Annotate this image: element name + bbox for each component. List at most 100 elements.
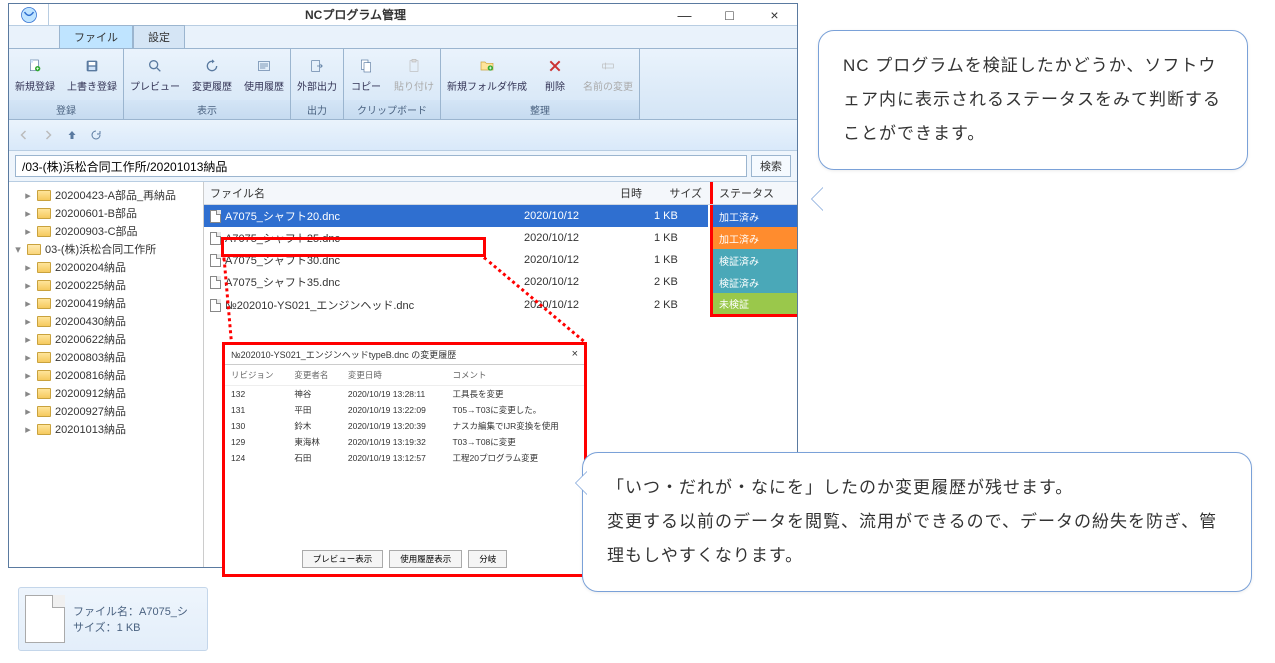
file-row[interactable]: A7075_シャフト20.dnc2020/10/121 KB加工済み	[204, 205, 797, 227]
history-table: リビジョン 変更者名 変更日時 コメント 132神谷2020/10/19 13:…	[225, 365, 584, 466]
copy-label: コピー	[351, 78, 381, 93]
copy-icon	[356, 56, 376, 76]
col-header-status[interactable]: ステータス	[710, 182, 797, 204]
file-row[interactable]: A7075_シャフト35.dnc2020/10/122 KB検証済み	[204, 271, 797, 293]
titlebar: NCプログラム管理 — □ ×	[9, 4, 797, 26]
expand-icon: ▸	[23, 279, 33, 292]
file-row[interactable]: A7075_シャフト25.dnc2020/10/121 KB加工済み	[204, 227, 797, 249]
tree-node[interactable]: ▸20200912納品	[11, 384, 201, 402]
history-user: 平田	[288, 402, 341, 418]
delete-button[interactable]: 削除	[533, 49, 577, 100]
history-col-comment[interactable]: コメント	[446, 365, 584, 386]
history-row[interactable]: 132神谷2020/10/19 13:28:11工具長を変更	[225, 386, 584, 403]
tree-node[interactable]: ▸20200225納品	[11, 276, 201, 294]
new-register-icon	[25, 56, 45, 76]
file-date-cell: 2020/10/12	[518, 205, 648, 227]
overwrite-register-button[interactable]: 上書き登録	[61, 49, 123, 100]
new-register-label: 新規登録	[15, 78, 55, 93]
file-row[interactable]: A7075_シャフト30.dnc2020/10/121 KB検証済み	[204, 249, 797, 271]
history-date: 2020/10/19 13:19:32	[342, 434, 447, 450]
tree-node[interactable]: ▸20200816納品	[11, 366, 201, 384]
history-rev: 132	[225, 386, 288, 403]
history-row[interactable]: 131平田2020/10/19 13:22:09T05→T03に変更した。	[225, 402, 584, 418]
maximize-button[interactable]: □	[707, 4, 752, 25]
file-size-cell: 2 KB	[648, 271, 708, 293]
paste-button[interactable]: 貼り付け	[388, 49, 440, 100]
nav-up-button[interactable]	[61, 124, 83, 146]
file-status-cell: 加工済み	[710, 205, 797, 227]
ribbon-group-output-label: 出力	[291, 100, 343, 119]
tab-file[interactable]: ファイル	[59, 25, 133, 49]
history-row[interactable]: 130鈴木2020/10/19 13:20:39ナスカ編集でIJR変換を使用	[225, 418, 584, 434]
copy-button[interactable]: コピー	[344, 49, 388, 100]
preview-button[interactable]: プレビュー	[124, 49, 186, 100]
preview-label: プレビュー	[130, 78, 180, 93]
history-user: 石田	[288, 450, 341, 466]
external-output-button[interactable]: 外部出力	[291, 49, 343, 100]
tree-node[interactable]: ▸20200601-B部品	[11, 204, 201, 222]
col-header-size[interactable]: サイズ	[648, 182, 708, 204]
tree-node[interactable]: ▸20200419納品	[11, 294, 201, 312]
history-row[interactable]: 124石田2020/10/19 13:12:57工程20プログラム変更	[225, 450, 584, 466]
minimize-button[interactable]: —	[662, 4, 707, 25]
rename-button[interactable]: 名前の変更	[577, 49, 639, 100]
history-date: 2020/10/19 13:12:57	[342, 450, 447, 466]
file-icon	[210, 276, 221, 289]
folder-icon	[37, 370, 51, 381]
tree-node-label: 20200927納品	[55, 403, 126, 419]
col-header-name[interactable]: ファイル名	[204, 182, 518, 204]
tree-node[interactable]: ▸20200927納品	[11, 402, 201, 420]
col-header-date[interactable]: 日時	[518, 182, 648, 204]
nav-toolbar	[9, 120, 797, 151]
close-button[interactable]: ×	[752, 4, 797, 25]
history-title: №202010-YS021_エンジンヘッドtypeB.dnc の変更履歴	[231, 348, 456, 361]
file-row[interactable]: №202010-YS021_エンジンヘッド.dnc2020/10/122 KB未…	[204, 293, 797, 317]
tree-node[interactable]: ▸20200622納品	[11, 330, 201, 348]
history-window: №202010-YS021_エンジンヘッドtypeB.dnc の変更履歴 × リ…	[222, 342, 587, 577]
changelog-button[interactable]: 変更履歴	[186, 49, 238, 100]
usagelog-button[interactable]: 使用履歴	[238, 49, 290, 100]
search-button[interactable]: 検索	[751, 155, 791, 177]
annotation-status-text: NC プログラムを検証したかどうか、ソフトウェア内に表示されるステータスをみて判…	[843, 56, 1221, 143]
expand-icon: ▸	[23, 333, 33, 346]
file-status-cell: 検証済み	[710, 271, 797, 293]
tree-node[interactable]: ▸20200903-C部品	[11, 222, 201, 240]
expand-icon: ▾	[13, 243, 23, 256]
history-close-button[interactable]: ×	[572, 348, 578, 361]
history-rev: 124	[225, 450, 288, 466]
path-input[interactable]	[15, 155, 747, 177]
overwrite-register-label: 上書き登録	[67, 78, 117, 93]
tree-node[interactable]: ▸20200803納品	[11, 348, 201, 366]
usagelog-icon	[254, 56, 274, 76]
tree-node[interactable]: ▸20200430納品	[11, 312, 201, 330]
tree-node[interactable]: ▸20200423-A部品_再納品	[11, 186, 201, 204]
new-folder-button[interactable]: 新規フォルダ作成	[441, 49, 533, 100]
tree-node-label: 20200204納品	[55, 259, 126, 275]
history-col-rev[interactable]: リビジョン	[225, 365, 288, 386]
nav-back-button[interactable]	[13, 124, 35, 146]
nav-refresh-button[interactable]	[85, 124, 107, 146]
tree-node[interactable]: ▸20201013納品	[11, 420, 201, 438]
history-usage-button[interactable]: 使用履歴表示	[389, 550, 462, 568]
expand-icon: ▸	[23, 261, 33, 274]
file-icon	[210, 232, 221, 245]
history-col-user[interactable]: 変更者名	[288, 365, 341, 386]
folder-icon	[27, 244, 41, 255]
folder-tree[interactable]: ▸20200423-A部品_再納品▸20200601-B部品▸20200903-…	[9, 182, 204, 567]
tab-settings[interactable]: 設定	[133, 25, 185, 48]
tree-node-label: 20200601-B部品	[55, 205, 137, 221]
history-preview-button[interactable]: プレビュー表示	[302, 550, 384, 568]
history-col-date[interactable]: 変更日時	[342, 365, 447, 386]
file-status-cell: 加工済み	[710, 227, 797, 249]
nav-forward-button[interactable]	[37, 124, 59, 146]
expand-icon: ▸	[23, 189, 33, 202]
file-size-cell: 1 KB	[648, 227, 708, 249]
ribbon-group-organize: 新規フォルダ作成 削除 名前の変更 整理	[441, 49, 640, 119]
history-row[interactable]: 129東海林2020/10/19 13:19:32T03→T08に変更	[225, 434, 584, 450]
new-register-button[interactable]: 新規登録	[9, 49, 61, 100]
file-name-cell: A7075_シャフト35.dnc	[204, 271, 518, 293]
history-branch-button[interactable]: 分岐	[468, 550, 507, 568]
ribbon-group-display: プレビュー 変更履歴 使用履歴 表示	[124, 49, 291, 119]
tree-node[interactable]: ▾03-(株)浜松合同工作所	[11, 240, 201, 258]
tree-node[interactable]: ▸ 20200204納品	[11, 258, 201, 276]
